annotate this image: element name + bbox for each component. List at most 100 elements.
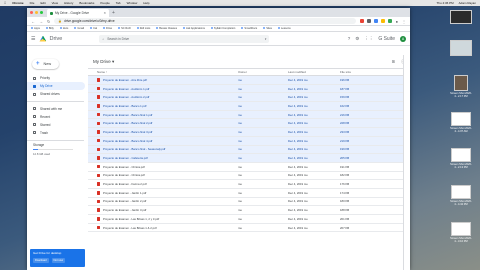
table-row[interactable]: Proyecto de Examen - Jardín 3.pdf me Dec 4… xyxy=(88,206,410,215)
bookmark-item[interactable]: docs xyxy=(60,27,68,30)
table-row[interactable]: Proyecto de Examen - Auditorio 2.pdf me De… xyxy=(88,93,410,103)
extension-icon[interactable] xyxy=(359,19,364,23)
table-row[interactable]: Proyecto de Examen - Banco final 3.pdf me… xyxy=(88,128,410,137)
table-row[interactable]: Proyecto de Examen - Farma 2.pdf me Dec 4,… xyxy=(88,180,410,189)
file-name: Proyecto de Examen - Clínica.pdf xyxy=(103,164,145,169)
table-row[interactable]: Proyecto de Examen - Jardín 1.pdf me Dec 4… xyxy=(88,189,410,198)
close-window-button[interactable] xyxy=(30,11,33,14)
minimize-window-button[interactable] xyxy=(35,11,38,14)
desktop-file-icon[interactable]: Screen Shot 2020-4...4.07 AM xyxy=(446,112,476,133)
bookmark-item[interactable]: SmartDocs xyxy=(241,27,257,30)
bookmark-item[interactable]: Lessons xyxy=(278,27,291,30)
bookmark-item[interactable]: Syllabi Completion xyxy=(211,27,235,30)
table-row[interactable]: Proyecto de Examen - Banco final - Seaso… xyxy=(88,145,410,155)
browser-tab[interactable]: My Drive - Google Drive ✕ xyxy=(47,9,109,17)
bookmark-item[interactable]: Gmail xyxy=(74,27,84,30)
toast-secondary-button[interactable]: Not now xyxy=(51,258,66,263)
sidebar-item-recent[interactable]: Recent xyxy=(27,113,85,121)
table-row[interactable]: Proyecto de Examen - Auditorio 1.pdf me De… xyxy=(88,84,410,94)
menu-tab[interactable]: Tab xyxy=(116,1,121,5)
bookmark-item[interactable]: Apps xyxy=(31,27,40,30)
bookmark-item[interactable]: Bitly xyxy=(46,27,54,30)
column-modified[interactable]: Last modified xyxy=(288,70,340,74)
new-tab-icon[interactable]: + xyxy=(112,10,115,16)
column-name[interactable]: Name ↑ xyxy=(88,70,238,74)
support-icon[interactable]: ? xyxy=(348,36,351,41)
menu-edit[interactable]: Edit xyxy=(40,1,45,5)
bookmark-item[interactable]: Ask Applications xyxy=(183,27,205,30)
menubar-user[interactable]: Adam Rayan xyxy=(459,1,476,5)
bookmark-item[interactable]: SC Rohl xyxy=(118,27,131,30)
profile-icon[interactable]: ● xyxy=(396,19,398,24)
table-row[interactable]: Proyecto de Examen - Banco final 4.pdf me… xyxy=(88,136,410,146)
settings-gear-icon[interactable]: ⚙ xyxy=(355,36,359,42)
menubar-clock[interactable]: Thu 4:36 PM xyxy=(436,1,453,5)
bookmark-item[interactable]: Sites xyxy=(263,27,272,30)
toast-primary-button[interactable]: Download xyxy=(33,258,49,263)
menu-app-name[interactable]: Chrome xyxy=(12,1,23,5)
desktop-file-icon[interactable] xyxy=(446,40,476,56)
table-row[interactable]: Proyecto de Examen - Banco final 1.pdf me… xyxy=(88,110,410,120)
pdf-file-icon xyxy=(97,191,100,195)
reload-icon[interactable]: ↻ xyxy=(47,19,50,24)
new-button[interactable]: + New xyxy=(32,59,59,69)
grid-view-icon[interactable]: ⊞ xyxy=(392,59,395,65)
sidebar-item-my-drive[interactable]: My Drive xyxy=(27,82,85,90)
desktop-file-icon[interactable]: Screen Shot 2020-4...2.17 PM xyxy=(446,75,476,98)
table-row[interactable]: Proyecto de Examen - Banco 1.pdf me Dec 4,… xyxy=(88,102,410,111)
menu-help[interactable]: Help xyxy=(143,1,149,5)
forward-icon[interactable]: → xyxy=(39,19,43,24)
table-row[interactable]: Proyecto de Examen - Las Brisas 1, 2 y 3… xyxy=(88,215,410,224)
table-row[interactable]: Proyecto de Examen - Clínica.pdf me Dec 4,… xyxy=(88,163,410,172)
chrome-menu-icon[interactable]: ⋮ xyxy=(402,19,406,24)
table-row[interactable]: Proyecto de Examen - Las Brisas 1 & 2.pd… xyxy=(88,224,410,233)
desktop-file-icon[interactable]: Screen Shot 2020-4...3.10 PM xyxy=(446,222,476,243)
pdf-file-icon xyxy=(97,164,100,169)
search-input[interactable]: ⌕ Search in Drive ▾ xyxy=(99,34,270,43)
bookmark-item[interactable]: Drive xyxy=(103,27,112,30)
sidebar-item-starred[interactable]: Starred xyxy=(27,121,85,129)
menu-bookmarks[interactable]: Bookmarks xyxy=(79,1,94,5)
main-menu-icon[interactable]: ☰ xyxy=(31,36,35,42)
menu-window[interactable]: Window xyxy=(127,1,138,5)
desktop-file-icon[interactable] xyxy=(446,10,476,24)
storage-widget[interactable]: Storage 12.8 GB used xyxy=(27,143,88,156)
column-owner[interactable]: Owner xyxy=(238,70,288,74)
bookmark-item[interactable]: Cal xyxy=(90,27,97,30)
zoom-window-button[interactable] xyxy=(40,11,43,14)
search-options-icon[interactable]: ▾ xyxy=(265,37,267,41)
page-title[interactable]: My Drive ▾ xyxy=(93,59,114,65)
apple-menu-icon[interactable]:  xyxy=(4,1,6,5)
url-bar[interactable]: 🔒 drive.google.com/drive/u/0/my-drive xyxy=(54,18,356,24)
sidebar-item-shared-drives[interactable]: Shared drives xyxy=(27,90,85,98)
table-row[interactable]: Proyecto de Examen - Clínica.pdf me Dec 4,… xyxy=(88,172,410,181)
table-row[interactable]: Proyecto de Examen - Banco final 2.pdf me… xyxy=(88,119,410,129)
avatar[interactable]: A xyxy=(400,35,406,42)
sidebar-item-priority[interactable]: Priority xyxy=(27,74,85,82)
drive-logo-icon[interactable] xyxy=(39,35,47,42)
table-row[interactable]: Proyecto de Examen - Jardín 2.pdf me Dec 4… xyxy=(88,198,410,207)
extension-icon[interactable] xyxy=(373,19,378,23)
column-size[interactable]: File size xyxy=(340,70,380,74)
table-row[interactable]: Proyecto de Examen - Cafetería.pdf me Dec … xyxy=(88,154,410,163)
desktop-file-icon[interactable]: Screen Shot 2020-4...4.42 PM xyxy=(446,185,476,206)
file-size: 187 KB xyxy=(340,86,350,91)
sidebar-item-shared-with-me[interactable]: Shared with me xyxy=(27,105,85,113)
menu-view[interactable]: View xyxy=(52,1,58,5)
desktop-file-icon[interactable]: Screen Shot 2020-4...2.13 PM xyxy=(446,148,476,169)
menu-history[interactable]: History xyxy=(64,1,73,5)
bookmark-item[interactable]: Roll Lists xyxy=(137,27,151,30)
close-tab-icon[interactable]: ✕ xyxy=(103,11,106,15)
extension-icon[interactable] xyxy=(380,19,385,23)
extension-icon[interactable] xyxy=(366,19,371,23)
table-row[interactable]: Proyecto de Examen - Aire libre.pdf me Dec… xyxy=(88,76,410,85)
back-icon[interactable]: ← xyxy=(31,19,35,24)
apps-grid-icon[interactable]: ⋮⋮ xyxy=(364,36,373,42)
search-icon[interactable]: ⌕ xyxy=(102,37,104,41)
menu-people[interactable]: People xyxy=(100,1,109,5)
menu-file[interactable]: File xyxy=(30,1,35,5)
bookmark-item[interactable]: Bessie Classes xyxy=(156,27,177,30)
pdf-file-icon xyxy=(97,173,100,178)
extension-icon[interactable] xyxy=(387,19,392,23)
sidebar-item-trash[interactable]: Trash xyxy=(27,129,85,137)
